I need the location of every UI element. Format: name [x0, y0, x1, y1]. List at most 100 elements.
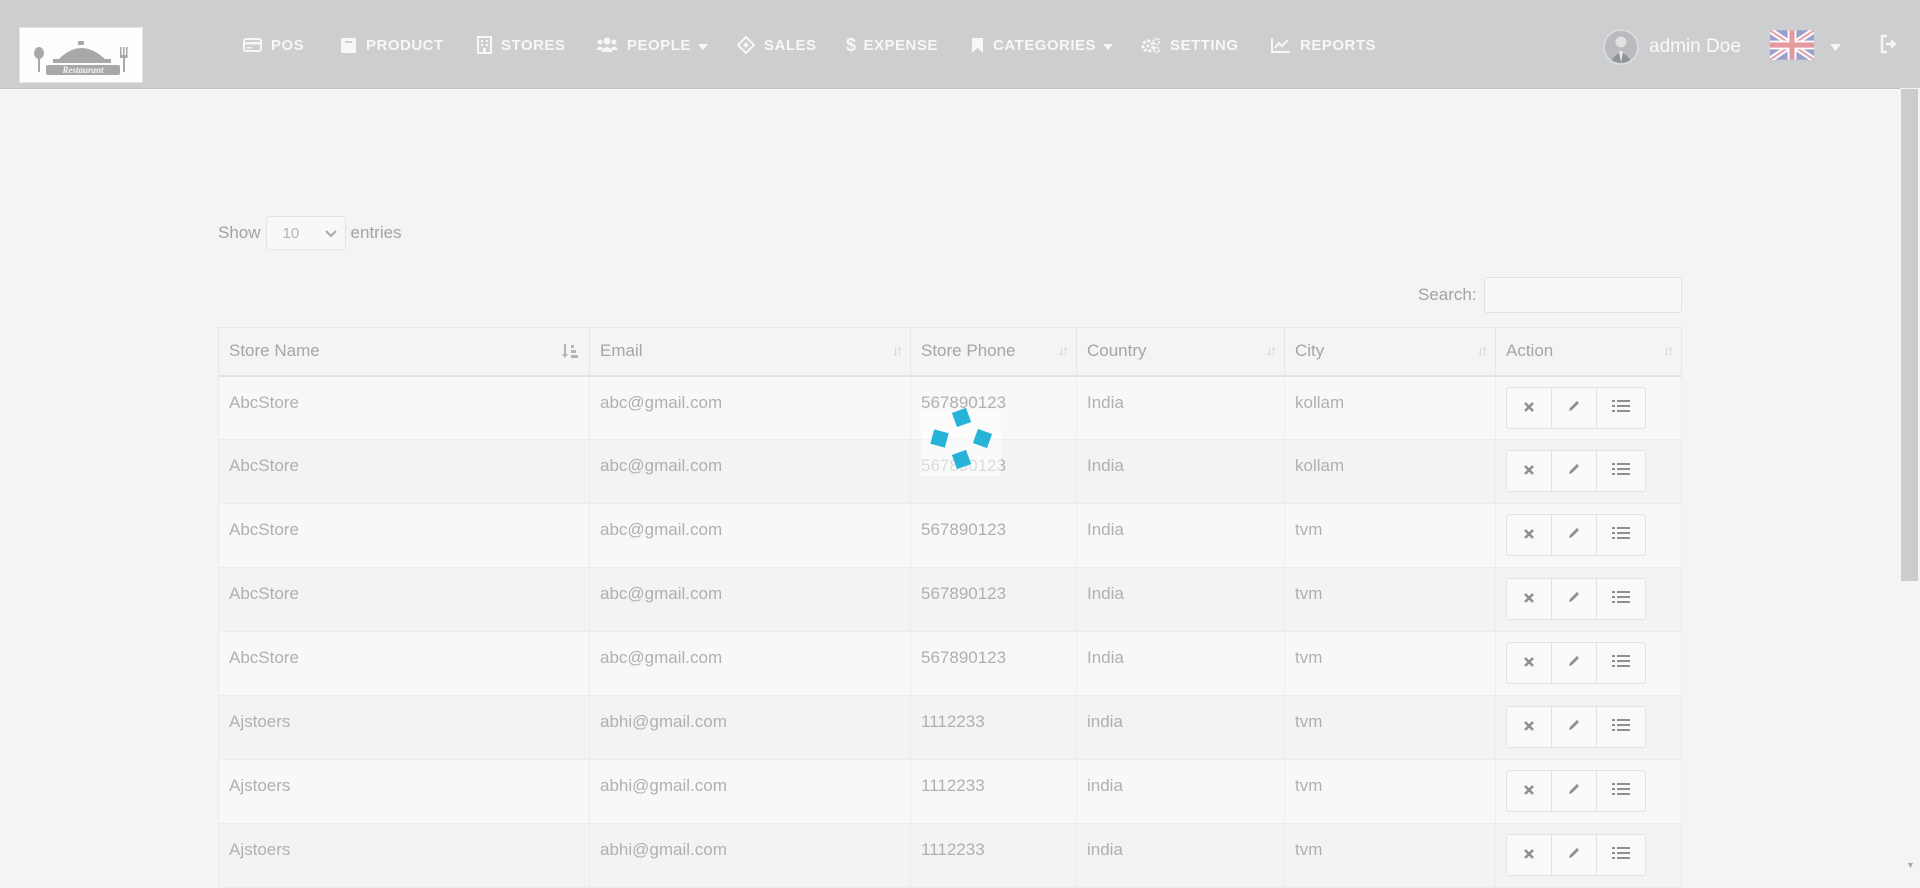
details-button[interactable]: [1596, 706, 1646, 748]
user-name: admin Doe: [1649, 36, 1741, 57]
close-icon: [1523, 717, 1535, 737]
column-header-store-phone[interactable]: Store Phone ↓↑: [910, 327, 1077, 377]
details-button[interactable]: [1596, 578, 1646, 620]
cell-phone: 567890123: [910, 567, 1077, 632]
spinner-square: [972, 428, 993, 449]
ticket-icon: [737, 36, 755, 54]
search-input[interactable]: [1483, 277, 1682, 313]
top-navbar: Restaurant POS PRODUCT STORES PEOPLE SAL…: [0, 0, 1920, 89]
nav-expense[interactable]: $ EXPENSE: [846, 35, 938, 55]
row-action-buttons: [1506, 706, 1671, 748]
delete-button[interactable]: [1506, 770, 1552, 812]
page-length-select[interactable]: 10: [265, 216, 346, 250]
uk-flag-icon[interactable]: [1768, 27, 1816, 63]
caret-down-icon: [1103, 37, 1114, 54]
edit-button[interactable]: [1551, 706, 1597, 748]
edit-button[interactable]: [1551, 514, 1597, 556]
details-button[interactable]: [1596, 450, 1646, 492]
cell-city: tvm: [1284, 823, 1496, 888]
details-button[interactable]: [1596, 834, 1646, 876]
nav-pos-label: POS: [271, 36, 305, 54]
cell-store-name: AbcStore: [218, 631, 590, 696]
avatar: [1603, 29, 1639, 65]
list-icon: [1612, 845, 1630, 865]
details-button[interactable]: [1596, 770, 1646, 812]
edit-button[interactable]: [1551, 642, 1597, 684]
close-icon: [1523, 398, 1535, 418]
user-menu[interactable]: admin Doe: [1603, 29, 1741, 65]
edit-button[interactable]: [1551, 386, 1597, 429]
nav-sales[interactable]: SALES: [737, 35, 817, 55]
row-action-buttons: [1506, 450, 1671, 492]
edit-button[interactable]: [1551, 834, 1597, 876]
cell-action: [1495, 695, 1682, 760]
close-icon: [1523, 781, 1535, 801]
nav-setting[interactable]: SETTING: [1141, 35, 1239, 55]
cell-email: abc@gmail.com: [589, 439, 911, 504]
cell-city: kollam: [1284, 375, 1496, 440]
close-icon: [1523, 589, 1535, 609]
nav-people[interactable]: PEOPLE: [596, 35, 708, 55]
spinner-square: [930, 429, 949, 448]
column-header-email[interactable]: Email ↓↑: [589, 327, 911, 377]
row-action-buttons: [1506, 834, 1671, 876]
loading-spinner: [921, 407, 1001, 476]
close-icon: [1523, 461, 1535, 481]
edit-button[interactable]: [1551, 450, 1597, 492]
cell-city: tvm: [1284, 631, 1496, 696]
details-button[interactable]: [1596, 514, 1646, 556]
nav-reports[interactable]: REPORTS: [1271, 35, 1376, 55]
cell-country: India: [1076, 503, 1285, 568]
column-header-store-name[interactable]: Store Name: [218, 327, 590, 377]
details-button[interactable]: [1596, 642, 1646, 684]
show-label: Show: [218, 223, 261, 242]
pencil-icon: [1567, 717, 1581, 737]
caret-down-icon: [697, 37, 708, 54]
cell-city: tvm: [1284, 503, 1496, 568]
nav-reports-label: REPORTS: [1300, 36, 1377, 54]
list-icon: [1612, 525, 1630, 545]
nav-categories[interactable]: CATEGORIES: [971, 35, 1114, 55]
cell-email: abc@gmail.com: [589, 503, 911, 568]
cell-email: abhi@gmail.com: [589, 695, 911, 760]
logout-icon[interactable]: [1879, 34, 1899, 59]
cell-store-name: AbcStore: [218, 375, 590, 440]
edit-button[interactable]: [1551, 578, 1597, 620]
sort-icon: ↓↑: [1266, 342, 1277, 358]
restaurant-logo[interactable]: Restaurant: [19, 27, 143, 83]
delete-button[interactable]: [1506, 514, 1552, 556]
edit-button[interactable]: [1551, 770, 1597, 812]
scrollbar-thumb[interactable]: [1901, 89, 1918, 581]
nav-expense-label: EXPENSE: [863, 36, 938, 54]
row-action-buttons: [1506, 386, 1671, 429]
delete-button[interactable]: [1506, 706, 1552, 748]
delete-button[interactable]: [1506, 450, 1552, 492]
cell-store-name: Ajstoers: [218, 759, 590, 824]
delete-button[interactable]: [1506, 578, 1552, 620]
list-icon: [1612, 398, 1630, 418]
cell-city: tvm: [1284, 759, 1496, 824]
nav-setting-label: SETTING: [1170, 36, 1239, 54]
sort-icon: ↓↑: [1058, 342, 1069, 358]
details-button[interactable]: [1596, 386, 1646, 429]
nav-stores-label: STORES: [501, 36, 566, 54]
delete-button[interactable]: [1506, 642, 1552, 684]
cell-action: [1495, 759, 1682, 824]
cell-country: india: [1076, 823, 1285, 888]
column-header-country[interactable]: Country ↓↑: [1076, 327, 1285, 377]
cell-action: [1495, 375, 1682, 440]
cell-country: india: [1076, 695, 1285, 760]
nav-product[interactable]: PRODUCT: [340, 35, 444, 55]
delete-button[interactable]: [1506, 834, 1552, 876]
table-search: Search:: [1418, 276, 1682, 314]
nav-pos[interactable]: POS: [243, 35, 304, 55]
pencil-icon: [1567, 398, 1581, 418]
column-header-city[interactable]: City ↓↑: [1284, 327, 1496, 377]
column-header-action[interactable]: Action ↓↑: [1495, 327, 1682, 377]
scroll-down-arrow-icon[interactable]: ▼: [1906, 860, 1915, 870]
delete-button[interactable]: [1506, 386, 1552, 429]
language-caret-down-icon[interactable]: [1830, 38, 1841, 56]
nav-stores[interactable]: STORES: [477, 35, 565, 55]
sort-active-icon: [561, 342, 579, 363]
cell-store-name: Ajstoers: [218, 823, 590, 888]
